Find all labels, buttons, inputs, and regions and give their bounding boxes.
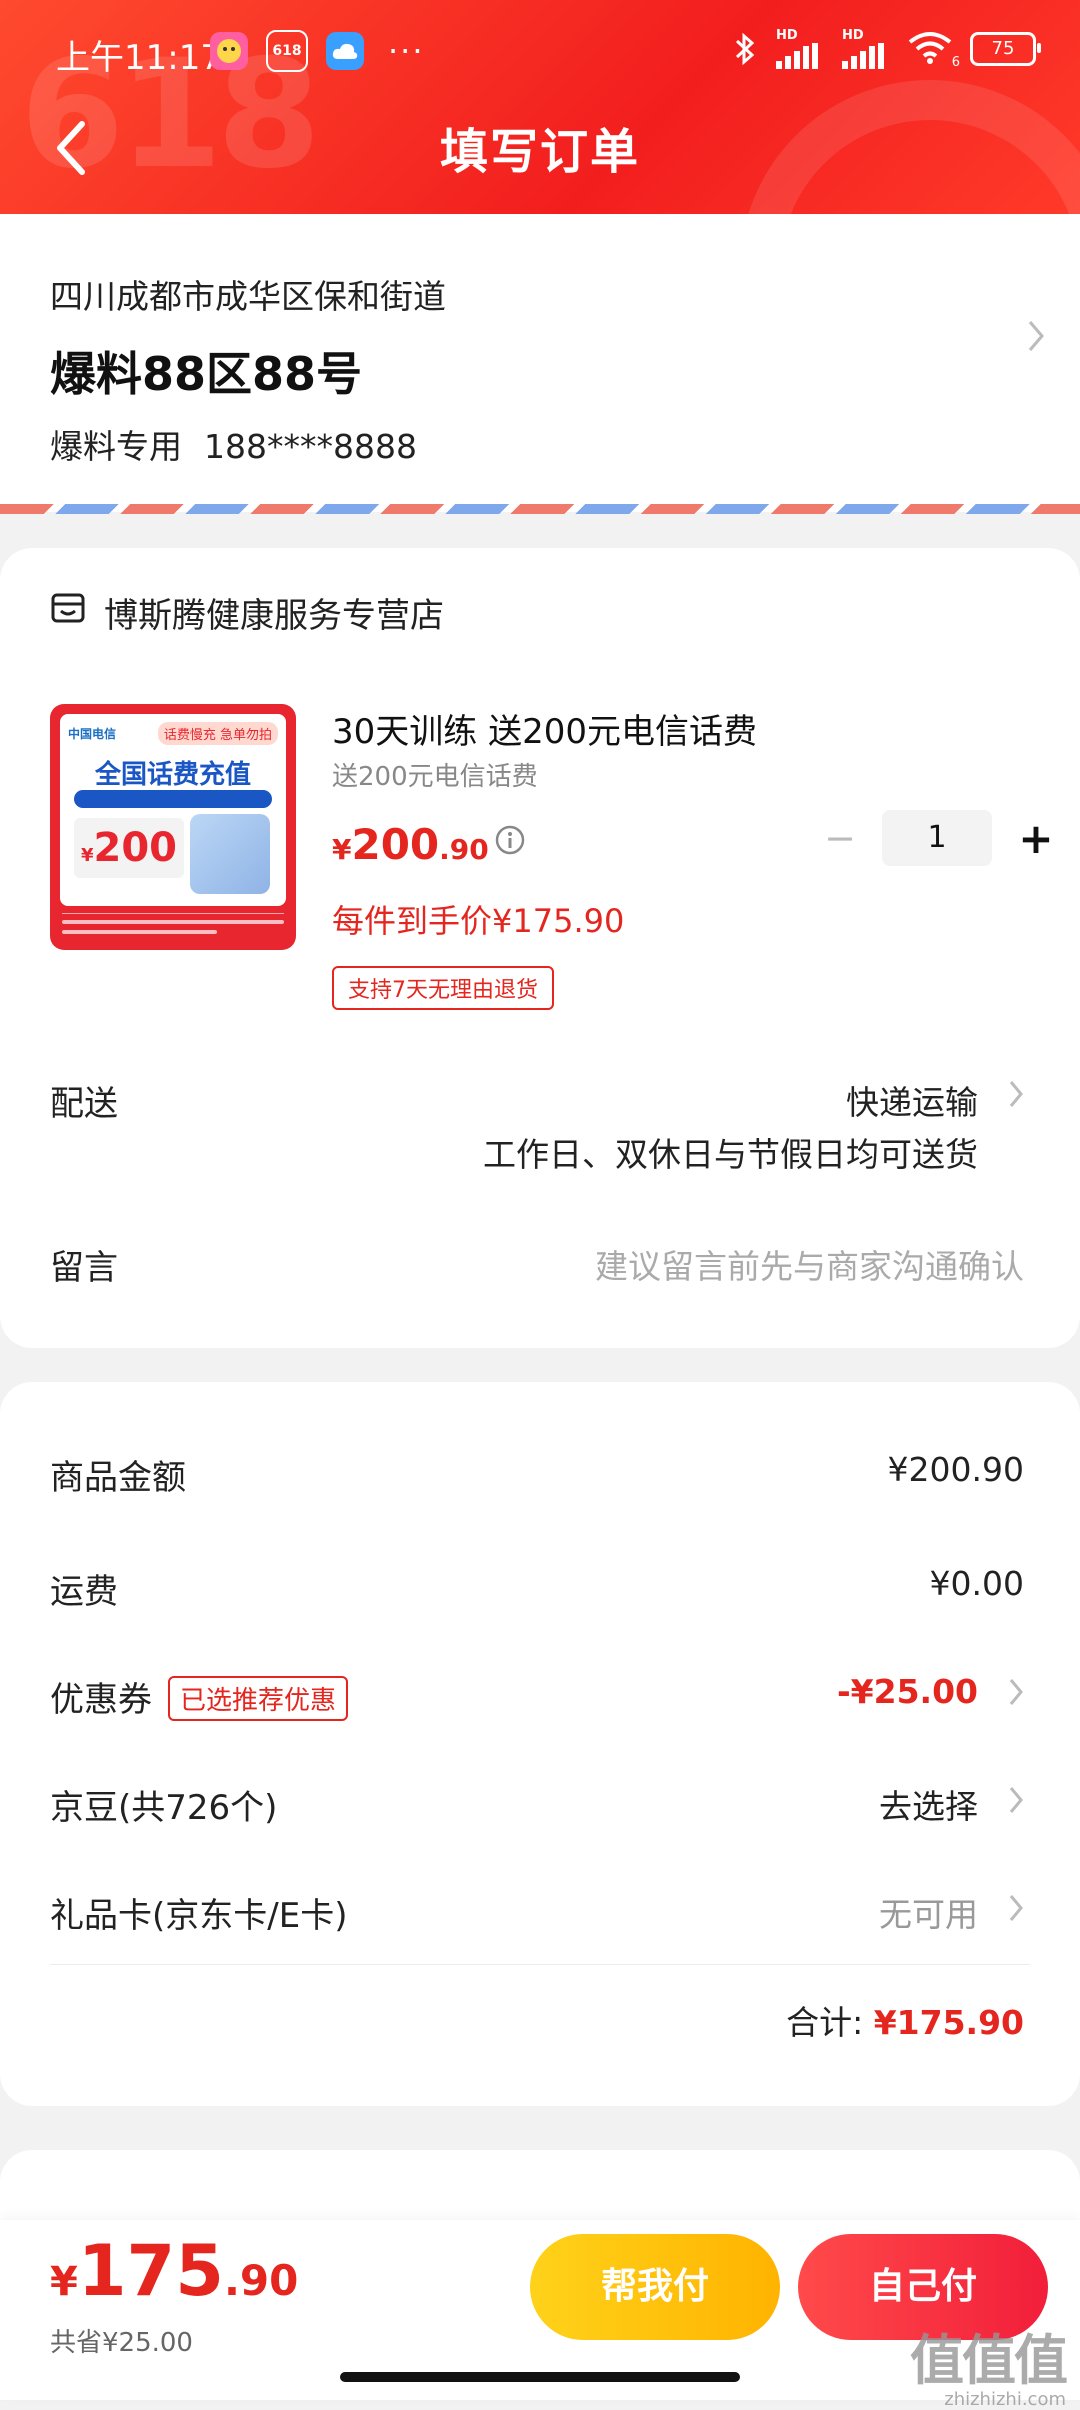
product-subtitle: 送200元电信话费 — [332, 762, 538, 792]
quantity-stepper: − 1 + — [820, 810, 1056, 866]
chevron-right-icon — [1008, 1078, 1024, 1114]
shop-name[interactable]: 博斯腾健康服务专营店 — [104, 588, 444, 637]
product-image[interactable]: 中国电信 话费慢充 急单勿拍 全国话费充值 ¥200 — [50, 704, 296, 950]
info-icon[interactable] — [494, 824, 526, 860]
address-contact: 爆料专用 188****8888 — [50, 420, 417, 468]
status-right: HD HD 6 75 — [732, 28, 1041, 70]
shipping-label: 运费 — [50, 1572, 118, 1612]
app-notification-icon — [210, 32, 248, 70]
coupon-label: 优惠券 已选推荐优惠 — [50, 1672, 349, 1724]
home-indicator[interactable] — [340, 2372, 740, 2382]
shipping-value: ¥0.00 — [929, 1564, 1024, 1603]
total-row: 合计: ¥175.90 — [786, 1996, 1024, 2044]
image-amount: ¥200 — [74, 818, 184, 878]
each-price: 每件到手价¥175.90 — [332, 902, 625, 940]
more-notifications-icon: ··· — [388, 32, 425, 70]
product-price: ¥200.90 — [332, 820, 489, 869]
chevron-right-icon — [1008, 1676, 1024, 1712]
help-pay-button[interactable]: 帮我付 — [530, 2234, 780, 2340]
header-bar: 618 上午11:17 618 ··· HD HD 6 75 填写订单 — [0, 0, 1080, 214]
gift-card-value[interactable]: 无可用 — [879, 1888, 978, 1936]
divider — [50, 1964, 1030, 1965]
cloud-app-icon — [326, 32, 364, 70]
quantity-value[interactable]: 1 — [882, 810, 992, 866]
chevron-right-icon — [1026, 318, 1046, 358]
message-label: 留言 — [50, 1248, 118, 1288]
address-card[interactable]: 四川成都市成华区保和街道 爆料88区88号 爆料专用 188****8888 — [0, 214, 1080, 514]
telecom-logo: 中国电信 — [68, 727, 117, 741]
chevron-right-icon — [1008, 1784, 1024, 1820]
image-tag: 话费慢充 急单勿拍 — [157, 722, 278, 745]
message-input[interactable]: 建议留言前先与商家沟通确认 — [595, 1240, 1024, 1288]
coupon-value[interactable]: -¥25.00 — [837, 1672, 978, 1711]
image-subbar — [74, 790, 272, 808]
page-title: 填写订单 — [439, 124, 640, 180]
status-app-icons: 618 ··· — [210, 30, 425, 72]
delivery-method[interactable]: 快递运输 — [846, 1076, 978, 1124]
store-icon — [50, 590, 86, 630]
battery-icon: 75 — [970, 31, 1041, 66]
final-price: ¥175.90 — [50, 2230, 299, 2312]
delivery-note: 工作日、双休日与节假日均可送货 — [483, 1135, 978, 1174]
phone-illustration — [190, 814, 270, 894]
jd-beans-value[interactable]: 去选择 — [879, 1780, 978, 1828]
signal-1-icon: HD — [776, 28, 824, 69]
envelope-stripe — [0, 504, 1080, 514]
chevron-right-icon — [1008, 1892, 1024, 1928]
total-label: 合计: — [786, 2003, 864, 2042]
bluetooth-icon — [735, 32, 755, 65]
summary-card: 商品金额 ¥200.90 运费 ¥0.00 优惠券 已选推荐优惠 -¥25.00 … — [0, 1382, 1080, 2106]
address-detail: 爆料88区88号 — [50, 347, 363, 401]
order-item-card: 博斯腾健康服务专营店 中国电信 话费慢充 急单勿拍 全国话费充值 ¥200 30… — [0, 548, 1080, 1348]
saved-amount: 共省¥25.00 — [50, 2328, 193, 2358]
gift-card-label: 礼品卡(京东卡/E卡) — [50, 1896, 348, 1936]
jd-beans-label: 京豆(共726个) — [50, 1788, 278, 1828]
goods-amount-label: 商品金额 — [50, 1458, 186, 1498]
jd-618-icon: 618 — [266, 30, 308, 72]
delivery-label: 配送 — [50, 1084, 118, 1124]
address-region: 四川成都市成华区保和街道 — [50, 277, 446, 316]
recipient-name: 爆料专用 — [50, 427, 182, 466]
watermark: 值值值 zhizhizhi.com — [910, 2329, 1068, 2410]
signal-2-icon: HD — [842, 28, 890, 69]
increase-button[interactable]: + — [1016, 814, 1056, 863]
coupon-tag: 已选推荐优惠 — [168, 1676, 349, 1721]
image-notes — [62, 913, 284, 942]
decrease-button[interactable]: − — [820, 816, 860, 860]
return-policy-tag: 支持7天无理由退货 — [332, 966, 554, 1010]
recipient-phone: 188****8888 — [204, 427, 417, 466]
next-card-peek — [0, 2150, 1080, 2220]
image-title: 全国话费充值 — [94, 760, 251, 790]
wifi-icon: 6 — [908, 30, 960, 70]
total-value: ¥175.90 — [873, 2003, 1024, 2042]
goods-amount-value: ¥200.90 — [887, 1450, 1024, 1489]
status-time: 上午11:17 — [56, 38, 222, 78]
product-title[interactable]: 30天训练 送200元电信话费 — [332, 704, 757, 753]
